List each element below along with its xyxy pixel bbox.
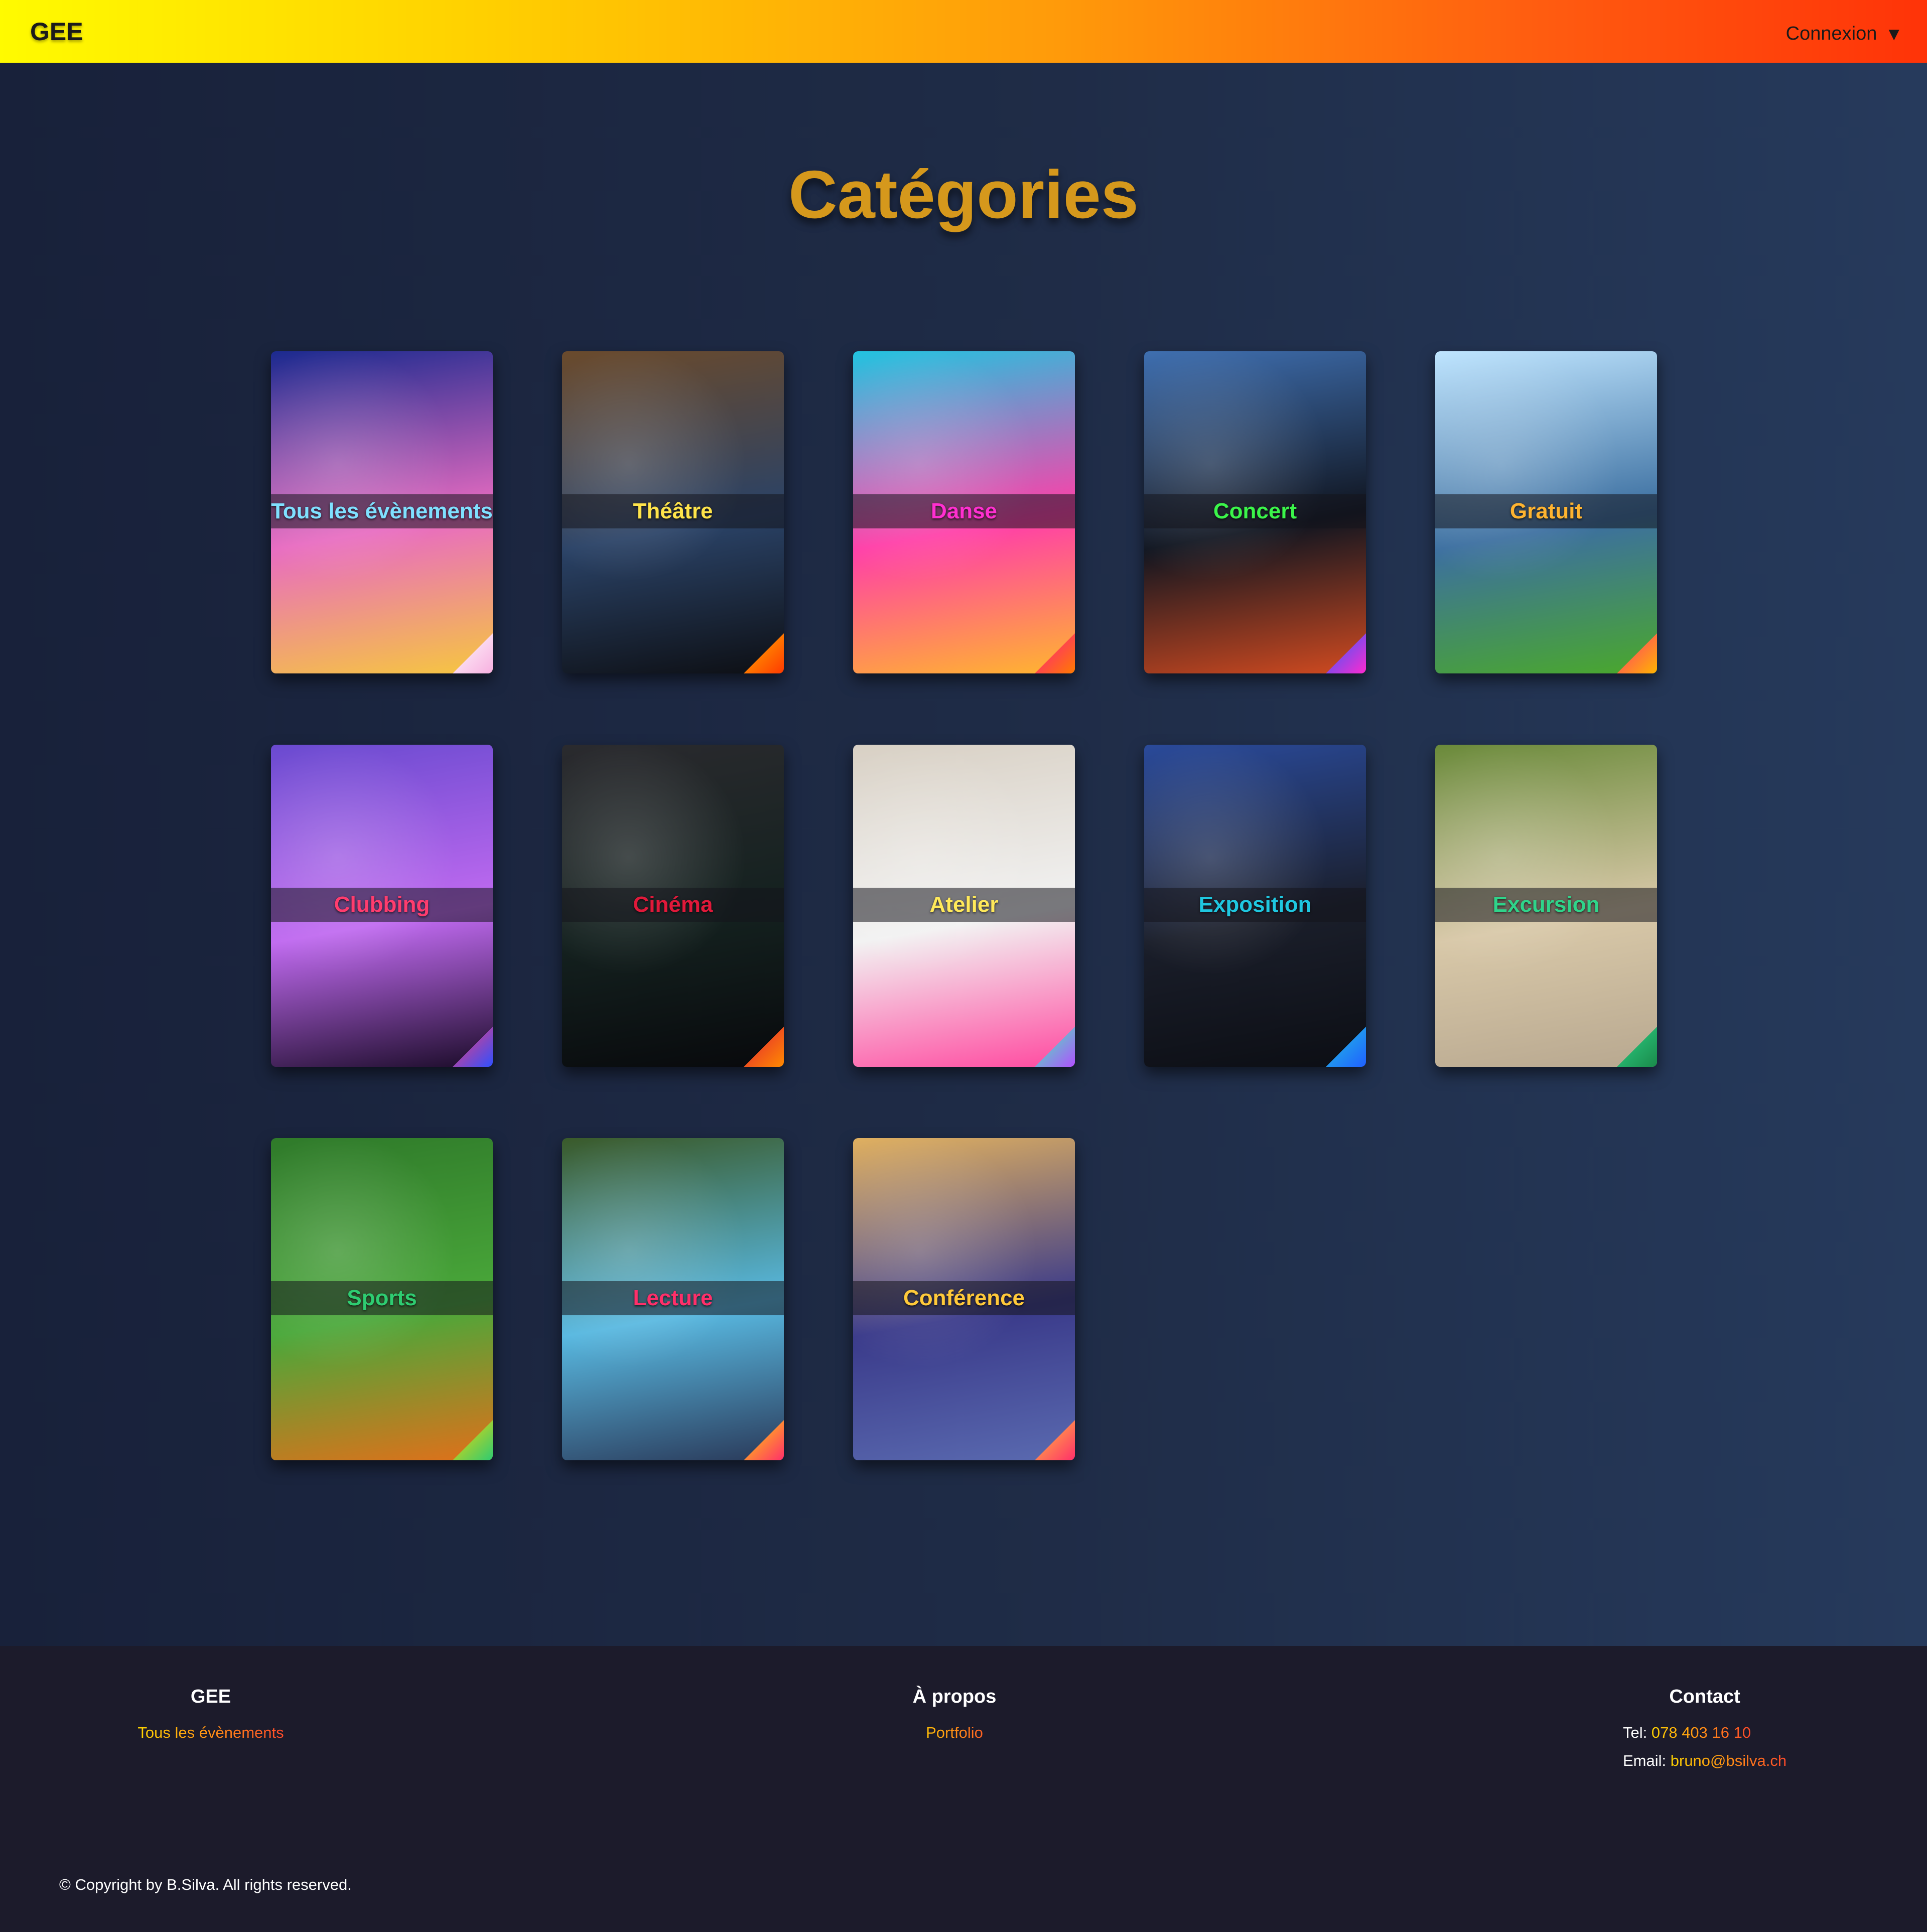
caret-down-icon: ▼ — [1885, 23, 1903, 44]
footer-portfolio-link[interactable]: Portfolio — [913, 1724, 997, 1742]
login-label: Connexion — [1785, 23, 1877, 44]
footer-phone-line: Tel: 078 403 16 10 — [1623, 1724, 1786, 1742]
category-card[interactable]: Gratuit — [1435, 351, 1657, 673]
page-title: Catégories — [788, 157, 1139, 232]
category-label: Atelier — [929, 892, 999, 917]
category-label: Concert — [1213, 499, 1297, 523]
phone-link[interactable]: 078 403 16 10 — [1651, 1724, 1751, 1741]
footer-about-title: À propos — [912, 1686, 997, 1707]
category-label: Conférence — [903, 1286, 1025, 1310]
category-card[interactable]: Exposition — [1144, 745, 1366, 1067]
category-card[interactable]: Danse — [853, 351, 1075, 673]
footer-column-contact: Contact Tel: 078 403 16 10 Email: bruno@… — [1623, 1686, 1786, 1780]
category-label: Sports — [347, 1286, 417, 1310]
login-dropdown-button[interactable]: Connexion ▼ — [1786, 23, 1903, 45]
footer-contact-title: Contact — [1669, 1686, 1740, 1707]
category-card[interactable]: Conférence — [853, 1138, 1075, 1460]
footer-column-about: À propos Portfolio — [913, 1686, 997, 1742]
category-card[interactable]: Concert — [1144, 351, 1366, 673]
category-card[interactable]: Théâtre — [562, 351, 784, 673]
category-label: Danse — [930, 499, 998, 523]
category-label: Gratuit — [1509, 499, 1583, 523]
email-label: Email: — [1623, 1752, 1671, 1769]
category-card[interactable]: Excursion — [1435, 745, 1657, 1067]
category-card[interactable]: Sports — [271, 1138, 493, 1460]
site-footer: GEE Tous les évènements À propos Portfol… — [0, 1646, 1927, 1932]
category-card[interactable]: Clubbing — [271, 745, 493, 1067]
footer-email-line: Email: bruno@bsilva.ch — [1623, 1752, 1786, 1770]
category-label: Tous les évènements — [271, 499, 493, 523]
category-card[interactable]: Tous les évènements — [271, 351, 493, 673]
top-navigation-bar: GEE Connexion ▼ — [0, 0, 1927, 63]
copyright-notice: © Copyright by B.Silva. All rights reser… — [59, 1876, 352, 1893]
category-card[interactable]: Lecture — [562, 1138, 784, 1460]
category-label: Excursion — [1492, 892, 1600, 917]
category-card[interactable]: Cinéma — [562, 745, 784, 1067]
category-label: Exposition — [1198, 892, 1312, 917]
category-grid: Tous les évènements Théâtre Danse Concert Gr… — [271, 351, 1657, 1460]
site-logo[interactable]: GEE — [30, 17, 83, 46]
footer-site-title: GEE — [190, 1686, 231, 1707]
phone-label: Tel: — [1623, 1724, 1651, 1741]
footer-all-events-link[interactable]: Tous les évènements — [137, 1724, 284, 1742]
category-label: Lecture — [633, 1286, 713, 1310]
category-label: Cinéma — [633, 892, 713, 917]
category-label: Clubbing — [334, 892, 430, 917]
category-label: Théâtre — [633, 499, 713, 523]
category-card[interactable]: Atelier — [853, 745, 1075, 1067]
footer-column-site: GEE Tous les évènements — [137, 1686, 284, 1742]
email-link[interactable]: bruno@bsilva.ch — [1671, 1752, 1786, 1769]
